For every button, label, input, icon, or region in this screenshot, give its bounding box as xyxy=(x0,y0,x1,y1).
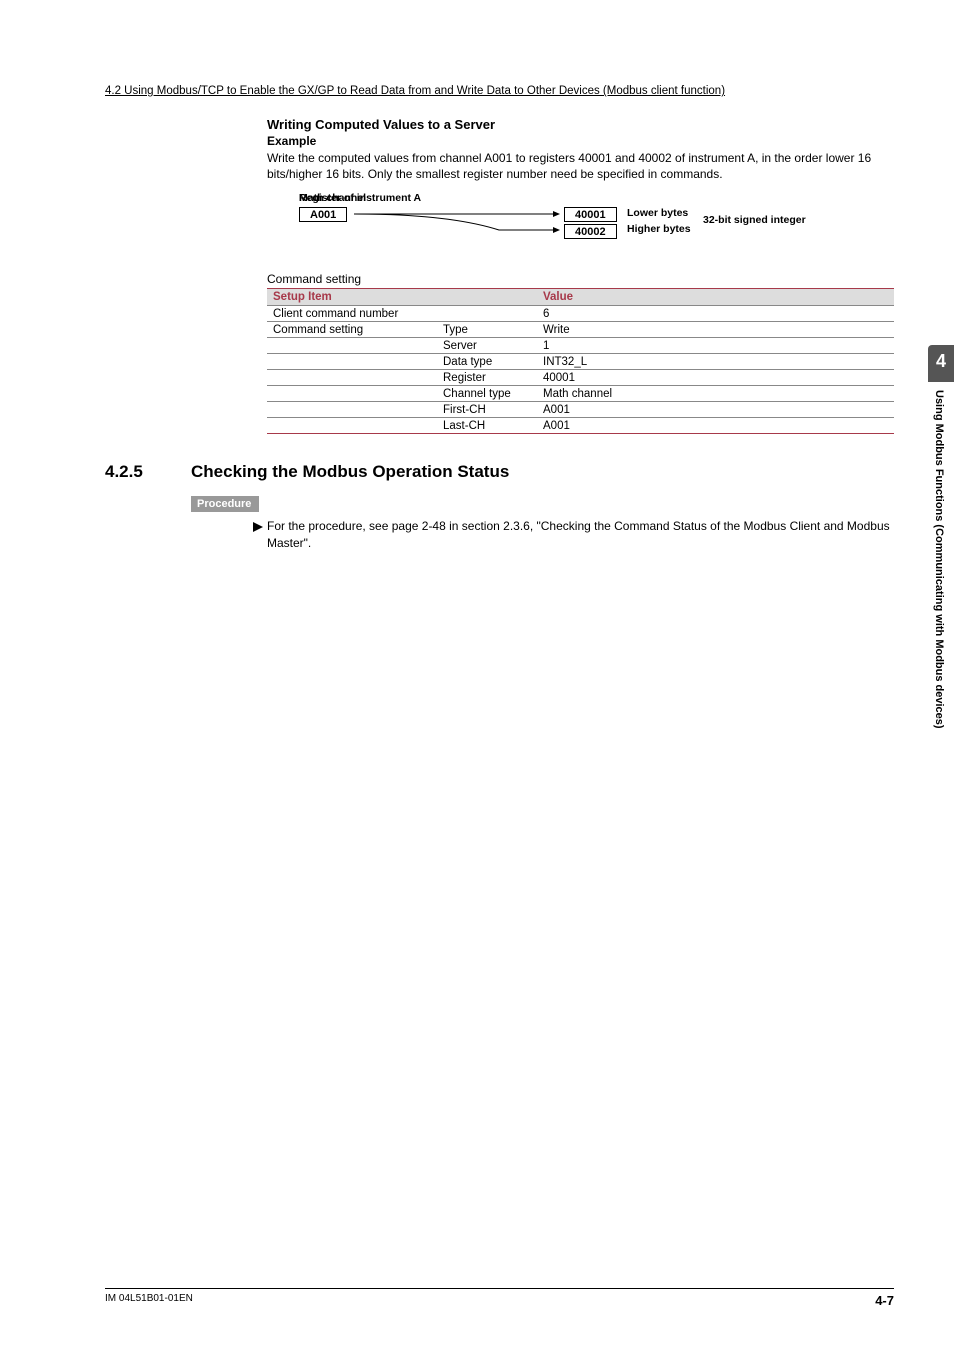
procedure-body: For the procedure, see page 2-48 in sect… xyxy=(267,519,890,549)
section-title: Checking the Modbus Operation Status xyxy=(191,462,509,482)
procedure-label: Procedure xyxy=(191,496,259,512)
table-row: Client command number6 xyxy=(267,306,894,322)
running-header: 4.2 Using Modbus/TCP to Enable the GX/GP… xyxy=(105,85,894,99)
integer-type-label: 32-bit signed integer xyxy=(703,214,806,226)
footer-page-number: 4-7 xyxy=(875,1293,894,1308)
th-setup-item: Setup Item xyxy=(267,289,437,306)
section-number: 4.2.5 xyxy=(105,462,191,482)
th-blank xyxy=(437,289,537,306)
table-row: Last-CHA001 xyxy=(267,418,894,434)
footer-doc-id: IM 04L51B01-01EN xyxy=(105,1293,193,1308)
table-row: First-CHA001 xyxy=(267,402,894,418)
table-row: Data typeINT32_L xyxy=(267,354,894,370)
subheading-2: Example xyxy=(267,134,894,148)
higher-bytes-label: Higher bytes xyxy=(627,223,691,235)
triangle-icon xyxy=(253,520,263,536)
chapter-tab-number: 4 xyxy=(928,345,954,382)
table-row: Server1 xyxy=(267,338,894,354)
register-box-2: 40002 xyxy=(564,224,617,239)
table-row: Command settingTypeWrite xyxy=(267,322,894,338)
register-label: Register of instrument A xyxy=(299,192,421,204)
table-row: Channel typeMath channel xyxy=(267,386,894,402)
lower-bytes-label: Lower bytes xyxy=(627,207,688,219)
subheading-1: Writing Computed Values to a Server xyxy=(267,117,894,132)
page-footer: IM 04L51B01-01EN 4-7 xyxy=(105,1288,894,1308)
th-value: Value xyxy=(537,289,894,306)
example-paragraph: Write the computed values from channel A… xyxy=(267,150,894,182)
register-box-1: 40001 xyxy=(564,207,617,222)
table-row: Register40001 xyxy=(267,370,894,386)
procedure-text: For the procedure, see page 2-48 in sect… xyxy=(267,518,894,550)
register-diagram: Math channel A001 Register of instrument… xyxy=(299,192,894,252)
chapter-tab: 4 Using Modbus Functions (Communicating … xyxy=(928,345,954,762)
table-caption: Command setting xyxy=(267,272,894,286)
chapter-tab-text: Using Modbus Functions (Communicating wi… xyxy=(928,382,950,762)
command-setting-table: Setup Item Value Client command number6 … xyxy=(267,288,894,434)
section-heading: 4.2.5 Checking the Modbus Operation Stat… xyxy=(105,462,894,482)
